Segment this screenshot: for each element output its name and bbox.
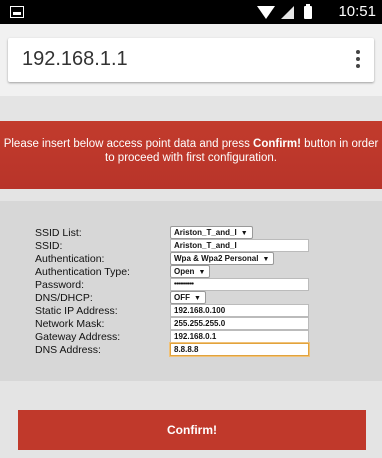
clock: 10:51 bbox=[338, 3, 376, 20]
network-mask-input[interactable]: 255.255.255.0 bbox=[170, 317, 309, 330]
row-network-mask: Network Mask: 255.255.255.0 bbox=[0, 317, 382, 331]
chevron-down-icon: ▼ bbox=[262, 256, 270, 263]
ssid-label: SSID: bbox=[35, 240, 63, 252]
network-mask-label: Network Mask: bbox=[35, 318, 105, 330]
authentication-select[interactable]: Wpa & Wpa2 Personal ▼ bbox=[170, 252, 275, 265]
static-ip-input[interactable]: 192.168.0.100 bbox=[170, 304, 309, 317]
password-label: Password: bbox=[35, 279, 85, 291]
dns-address-label: DNS Address: bbox=[35, 344, 101, 356]
authentication-type-select[interactable]: Open ▼ bbox=[170, 265, 211, 278]
browser-toolbar: 192.168.1.1 bbox=[0, 24, 382, 96]
confirm-button[interactable]: Confirm! bbox=[18, 410, 366, 450]
instruction-text-bold: Confirm! bbox=[253, 138, 301, 150]
signal-icon bbox=[281, 6, 294, 19]
ssid-input[interactable]: Ariston_T_and_I bbox=[170, 239, 309, 252]
row-static-ip: Static IP Address: 192.168.0.100 bbox=[0, 304, 382, 318]
row-dns-dhcp: DNS/DHCP: OFF ▼ bbox=[0, 291, 382, 305]
row-gateway: Gateway Address: 192.168.0.1 bbox=[0, 330, 382, 344]
chevron-down-icon: ▼ bbox=[198, 269, 206, 276]
battery-icon bbox=[304, 4, 312, 19]
dns-address-input[interactable]: 8.8.8.8 bbox=[170, 343, 309, 356]
wifi-icon bbox=[257, 6, 275, 19]
config-form: SSID List: Ariston_T_and_I ▼ SSID: Aristo… bbox=[0, 201, 382, 381]
status-bar: 10:51 bbox=[0, 0, 382, 24]
address-bar[interactable]: 192.168.1.1 bbox=[8, 38, 374, 82]
row-ssid: SSID: Ariston_T_and_I bbox=[0, 239, 382, 253]
dns-dhcp-label: DNS/DHCP: bbox=[35, 292, 93, 304]
instruction-text-before: Please insert below access point data an… bbox=[3, 138, 254, 150]
authentication-type-label: Authentication Type: bbox=[35, 266, 130, 278]
url-text[interactable]: 192.168.1.1 bbox=[22, 48, 128, 71]
row-ssid-list: SSID List: Ariston_T_and_I ▼ bbox=[0, 226, 382, 240]
chevron-down-icon: ▼ bbox=[194, 295, 201, 302]
chevron-down-icon: ▼ bbox=[240, 230, 248, 237]
authentication-type-value: Open bbox=[174, 267, 195, 276]
password-input[interactable]: •••••••••• bbox=[170, 278, 309, 291]
row-password: Password: •••••••••• bbox=[0, 278, 382, 292]
ssid-list-select[interactable]: Ariston_T_and_I ▼ bbox=[170, 226, 253, 239]
authentication-label: Authentication: bbox=[35, 253, 105, 265]
gateway-input[interactable]: 192.168.0.1 bbox=[170, 330, 309, 343]
dns-dhcp-value: OFF bbox=[174, 293, 190, 302]
ssid-list-label: SSID List: bbox=[35, 227, 82, 239]
row-dns-address: DNS Address: 8.8.8.8 bbox=[0, 343, 382, 357]
gateway-label: Gateway Address: bbox=[35, 331, 121, 343]
static-ip-label: Static IP Address: bbox=[35, 305, 118, 317]
notification-icon bbox=[10, 6, 24, 18]
row-authentication-type: Authentication Type: Open ▼ bbox=[0, 265, 382, 279]
page-content: Please insert below access point data an… bbox=[0, 96, 382, 458]
row-authentication: Authentication: Wpa & Wpa2 Personal ▼ bbox=[0, 252, 382, 266]
more-vert-icon[interactable] bbox=[356, 50, 360, 70]
system-icons bbox=[257, 4, 312, 19]
authentication-value: Wpa & Wpa2 Personal bbox=[174, 254, 259, 263]
instruction-banner: Please insert below access point data an… bbox=[0, 121, 382, 189]
instruction-text: Please insert below access point data an… bbox=[0, 137, 382, 165]
ssid-list-value: Ariston_T_and_I bbox=[174, 228, 237, 237]
dns-dhcp-select[interactable]: OFF ▼ bbox=[170, 291, 206, 304]
